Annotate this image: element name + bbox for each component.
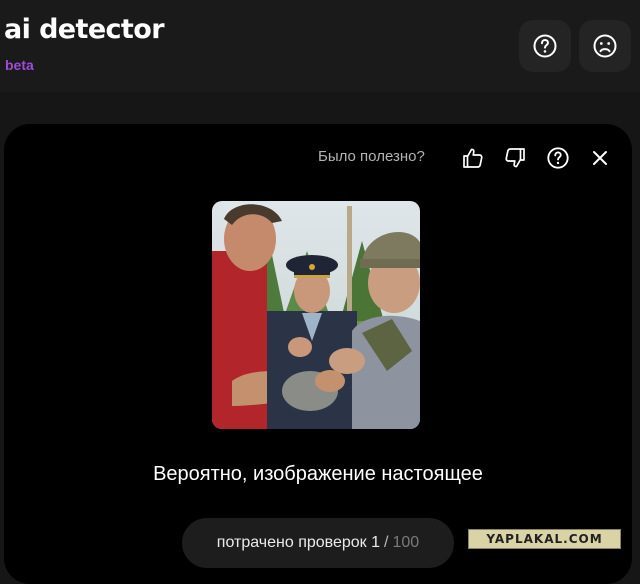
- watermark: YAPLAKAL.COM: [468, 529, 621, 549]
- result-verdict: Вероятно, изображение настоящее: [153, 463, 483, 485]
- thumbs-up-button[interactable]: [460, 145, 486, 171]
- analyzed-image: [212, 201, 420, 429]
- usage-separator: /: [384, 534, 389, 551]
- usage-total: 100: [392, 534, 420, 551]
- thumbs-up-icon: [463, 148, 483, 168]
- question-circle-icon: [533, 34, 557, 58]
- sad-face-icon: [593, 34, 617, 58]
- close-icon: [593, 151, 607, 165]
- app-header: ai detector beta: [0, 0, 640, 92]
- info-button[interactable]: [545, 145, 571, 171]
- usage-counter: потрачено проверок 1/100: [182, 518, 454, 568]
- close-button[interactable]: [587, 145, 613, 171]
- help-button[interactable]: [519, 20, 571, 72]
- question-circle-icon: [547, 147, 569, 169]
- account-button[interactable]: [579, 20, 631, 72]
- thumbs-down-button[interactable]: [502, 145, 528, 171]
- feedback-prompt: Было полезно?: [318, 148, 425, 165]
- thumbs-down-icon: [505, 148, 525, 168]
- usage-used: 1: [371, 534, 381, 551]
- usage-label: потрачено проверок: [216, 534, 367, 551]
- beta-badge: beta: [5, 57, 34, 73]
- app-logo[interactable]: ai detector: [4, 14, 165, 45]
